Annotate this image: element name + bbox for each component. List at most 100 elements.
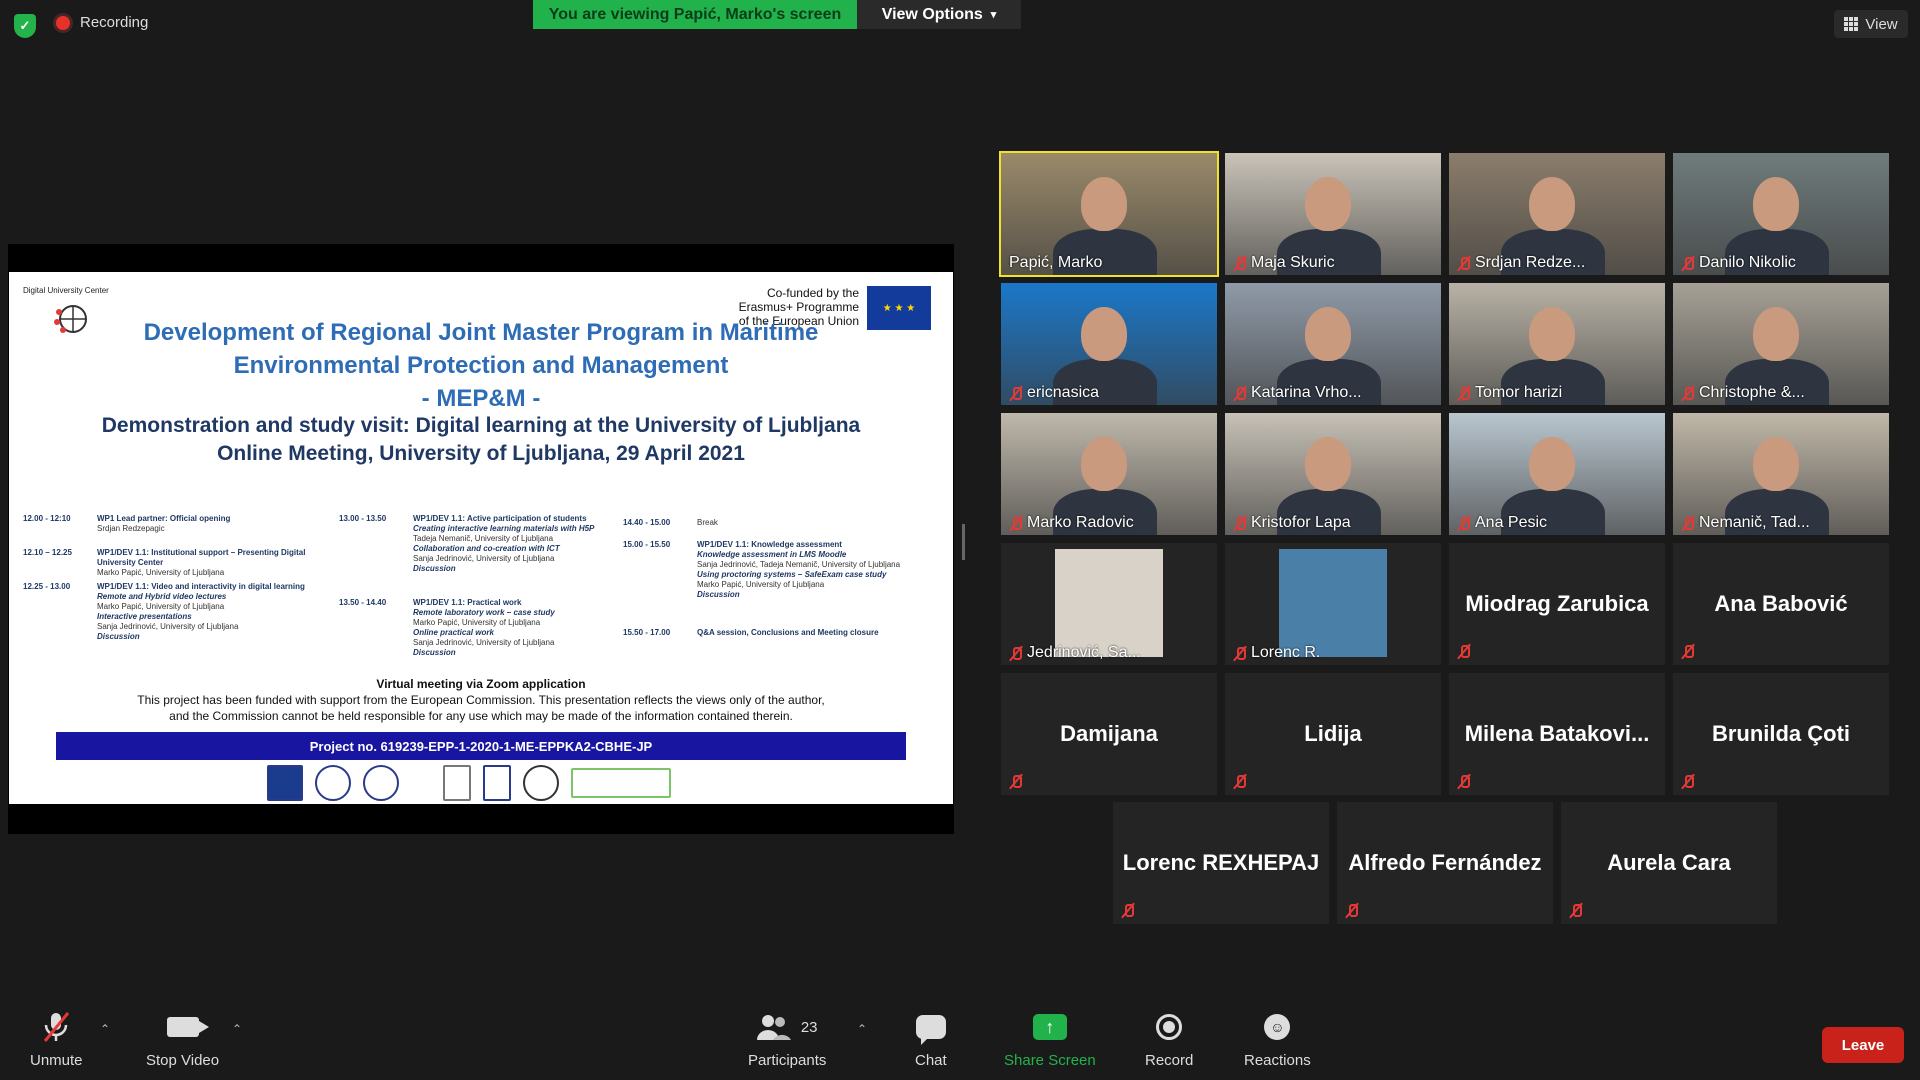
viewing-banner: You are viewing Papić, Marko's screen (533, 0, 857, 29)
stop-video-button[interactable]: Stop Video (146, 1010, 219, 1069)
slide-title-line1: Development of Regional Joint Master Pro… (143, 319, 819, 346)
participant-tile[interactable]: Lorenc R. (1225, 543, 1441, 665)
participant-tile[interactable]: Maja Skuric (1225, 153, 1441, 275)
participant-name: Maja Skuric (1251, 254, 1335, 271)
participants-button[interactable]: 23 Participants (748, 1010, 826, 1069)
participant-name-label: Marko Radovic (1009, 514, 1134, 532)
participant-tile[interactable]: Nemanič, Tad... (1673, 413, 1889, 535)
disclaimer-line1: This project has been funded with suppor… (137, 693, 825, 707)
audio-options-caret-icon[interactable]: ⌃ (100, 1022, 110, 1036)
agency-logo-icon (571, 768, 671, 798)
participant-tile[interactable]: Katarina Vrho... (1225, 283, 1441, 405)
reactions-icon: ☺ (1264, 1010, 1291, 1044)
participant-tile[interactable]: Srdjan Redze... (1449, 153, 1665, 275)
chevron-down-icon: ▾ (990, 9, 997, 21)
participant-tile[interactable]: Alfredo Fernández (1337, 802, 1553, 924)
participant-name: Kristofor Lapa (1251, 514, 1351, 531)
participant-name-label: Lorenc R. (1233, 644, 1320, 662)
participant-name: Ana Pesic (1475, 514, 1548, 531)
share-screen-button[interactable]: ↑ Share Screen (1004, 1010, 1096, 1069)
participant-name: Katarina Vrho... (1251, 384, 1362, 401)
participant-name: Lidija (1304, 721, 1362, 746)
delfin-logo-icon (683, 765, 713, 801)
stop-video-label: Stop Video (146, 1052, 220, 1069)
participant-tile[interactable]: Milena Batakovi... (1449, 673, 1665, 795)
participant-tile[interactable]: Jedrinović, Sa... (1001, 543, 1217, 665)
schedule-col3: 14.40 - 15.00 Break 15.00 - 15.50 WP1/DEV … (623, 518, 901, 637)
splitter-handle[interactable] (962, 524, 965, 560)
view-options-button[interactable]: View Options ▾ (857, 0, 1021, 29)
participant-name: Srdjan Redze... (1475, 254, 1586, 271)
view-button[interactable]: View (1834, 10, 1908, 38)
participant-name-label: Nemanič, Tad... (1681, 514, 1810, 532)
participant-name: Christophe &... (1699, 384, 1805, 401)
participant-tile[interactable]: Lorenc REXHEPAJ (1113, 802, 1329, 924)
unmute-label: Unmute (30, 1052, 83, 1069)
participant-name: Damijana (1060, 721, 1158, 746)
muted-mic-icon (1345, 903, 1358, 918)
participant-tile[interactable]: Ana Babović (1673, 543, 1889, 665)
reactions-button[interactable]: ☺ Reactions (1244, 1010, 1311, 1069)
participant-name: Lorenc R. (1251, 644, 1321, 661)
recording-label: Recording (80, 14, 149, 31)
recording-indicator[interactable]: Recording (56, 14, 148, 31)
participants-count: 23 (800, 1018, 818, 1036)
disclaimer-line2: and the Commission cannot be held respon… (169, 709, 793, 723)
muted-mic-icon (1457, 644, 1470, 659)
unmute-button[interactable]: Unmute (30, 1010, 83, 1069)
participant-name: Lorenc REXHEPAJ (1122, 850, 1320, 875)
participant-name-label: Maja Skuric (1233, 254, 1335, 272)
participant-name: Nemanič, Tad... (1699, 514, 1810, 531)
record-button[interactable]: Record (1145, 1010, 1193, 1069)
slide-subtitle-line2: Online Meeting, University of Ljubljana,… (217, 442, 745, 465)
muted-mic-icon (1457, 516, 1470, 531)
microphone-muted-icon (41, 1010, 71, 1044)
participant-tile[interactable]: Aurela Cara (1561, 802, 1777, 924)
ljubljana-logo-icon (411, 765, 431, 801)
participant-tile[interactable]: Danilo Nikolic (1673, 153, 1889, 275)
participant-tile[interactable]: Kristofor Lapa (1225, 413, 1441, 535)
presentation-slide: Digital University Center Co-funded by t… (9, 272, 953, 804)
muted-mic-icon (1569, 903, 1582, 918)
muted-mic-icon (1009, 646, 1022, 661)
slide-title-line3: - MEP&M - (421, 385, 541, 412)
participants-options-caret-icon[interactable]: ⌃ (857, 1022, 867, 1036)
participant-tile[interactable]: Christophe &... (1673, 283, 1889, 405)
muted-mic-icon (1121, 903, 1134, 918)
university-seal-icon (363, 765, 399, 801)
chat-label: Chat (915, 1052, 947, 1069)
participant-tile[interactable]: Brunilda Çoti (1673, 673, 1889, 795)
muted-mic-icon (1233, 516, 1246, 531)
recording-dot-icon (56, 15, 70, 30)
participant-tile[interactable]: Papić, Marko (999, 151, 1219, 277)
record-icon (1156, 1010, 1183, 1044)
university-seal-icon (315, 765, 351, 801)
participant-name-label: Katarina Vrho... (1233, 384, 1362, 402)
video-options-caret-icon[interactable]: ⌃ (232, 1022, 242, 1036)
share-screen-icon: ↑ (1032, 1010, 1067, 1044)
participant-name-label: Jedrinović, Sa... (1009, 644, 1141, 662)
participant-tile[interactable]: Marko Radovic (1001, 413, 1217, 535)
participant-name: Papić, Marko (1009, 254, 1103, 271)
participant-name-label: Ana Pesic (1457, 514, 1547, 532)
video-camera-icon (166, 1010, 209, 1044)
participant-tile[interactable]: ericnasica (1001, 283, 1217, 405)
participant-name-label: Kristofor Lapa (1233, 514, 1351, 532)
grid-icon (1844, 17, 1859, 31)
muted-mic-icon (1681, 516, 1694, 531)
slide-subtitle-line1: Demonstration and study visit: Digital l… (101, 414, 861, 437)
participant-name-label: ericnasica (1009, 384, 1099, 402)
muted-mic-icon (1233, 386, 1246, 401)
participant-name: Ana Babović (1714, 591, 1848, 616)
participant-tile[interactable]: Tomor harizi (1449, 283, 1665, 405)
participant-tile[interactable]: Ana Pesic (1449, 413, 1665, 535)
participant-tile[interactable]: Miodrag Zarubica (1449, 543, 1665, 665)
leave-button[interactable]: Leave (1822, 1027, 1904, 1063)
chat-button[interactable]: Chat (915, 1010, 947, 1069)
participant-tile[interactable]: Damijana (1001, 673, 1217, 795)
record-label: Record (1145, 1052, 1194, 1069)
security-shield-icon[interactable]: ✓ (14, 14, 36, 38)
participant-tile[interactable]: Lidija (1225, 673, 1441, 795)
muted-mic-icon (1457, 774, 1470, 789)
muted-mic-icon (1233, 256, 1246, 271)
